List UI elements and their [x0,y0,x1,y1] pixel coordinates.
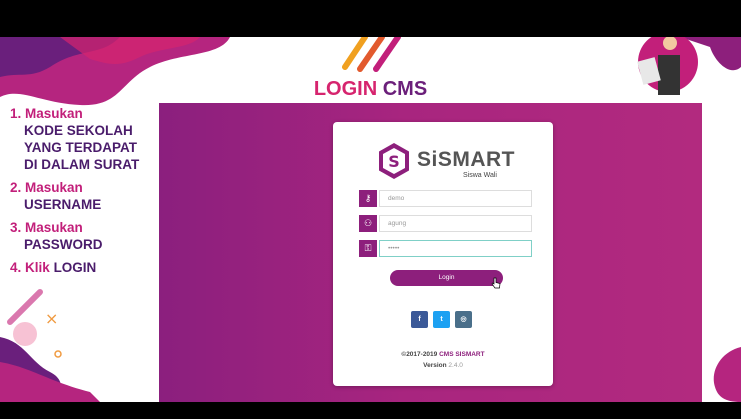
step-2: 2. Masukan USERNAME [10,179,160,213]
slide-title-rest: CMS [382,78,428,100]
twitter-icon[interactable]: t [433,311,450,328]
step-text: DI DALAM SURAT [24,157,140,172]
svg-text:S: S [388,152,400,171]
decorative-stripes-top [342,37,401,72]
logo-subtitle: Siswa Wali [463,172,497,179]
login-screen-capture: S SiSMART Siswa Wali ⚷ demo ⚇ agung ⚿ ••… [159,103,702,402]
step-number: 3. [10,220,22,235]
footer-copyright: ©2017-2019 CMS SISMART Version 2.4.0 [333,349,553,371]
step-1: 1. Masukan KODE SEKOLAH YANG TERDAPAT DI… [10,105,160,173]
slide-title-highlight: LOGIN [313,78,378,100]
step-number: 4. [10,260,22,275]
step-number: 2. [10,180,22,195]
step-text: Klik [25,260,50,275]
decorative-blob-bottom-left: × [0,289,100,402]
step-text: KODE SEKOLAH [24,123,133,138]
step-4: 4. Klik LOGIN [10,259,160,276]
username-field[interactable]: ⚇ agung [359,215,532,232]
username-input[interactable]: agung [379,215,532,232]
step-text: LOGIN [53,260,97,275]
lock-icon: ⚿ [359,240,377,257]
sismart-logo-icon: S [379,143,409,179]
step-number: 1. [10,106,22,121]
brand-link[interactable]: CMS SISMART [439,351,485,358]
step-3: 3. Masukan PASSWORD [10,219,160,253]
password-field[interactable]: ⚿ ••••• [359,240,532,257]
step-text: USERNAME [24,197,102,212]
copyright-text: ©2017-2019 [401,351,438,358]
school-code-field[interactable]: ⚷ demo [359,190,532,207]
decorative-blob-bottom-right [713,347,741,402]
instruction-steps: 1. Masukan KODE SEKOLAH YANG TERDAPAT DI… [10,105,160,282]
step-text: Masukan [25,180,83,195]
login-button[interactable]: Login [390,270,503,286]
login-card: S SiSMART Siswa Wali ⚷ demo ⚇ agung ⚿ ••… [333,122,553,386]
slide-title: LOGIN CMS [0,78,741,101]
key-icon: ⚷ [359,190,377,207]
sismart-logo: S SiSMART Siswa Wali [377,142,517,182]
svg-text:×: × [45,309,58,328]
school-code-input[interactable]: demo [379,190,532,207]
version-number: 2.4.0 [448,362,463,369]
presentation-slide: × LOGIN CMS 1. Masukan KODE SEKOLAH YANG… [0,37,741,402]
instagram-icon[interactable]: ◎ [455,311,472,328]
password-input[interactable]: ••••• [379,240,532,257]
video-letterbox-bottom [0,402,741,419]
hand-cursor-icon [491,277,501,289]
step-text: YANG TERDAPAT [24,140,138,155]
facebook-icon[interactable]: f [411,311,428,328]
step-text: Masukan [25,220,83,235]
logo-text: SiSMART [417,148,515,171]
video-letterbox-top [0,0,741,37]
version-label: Version [423,362,447,369]
user-icon: ⚇ [359,215,377,232]
step-text: Masukan [25,106,83,121]
step-text: PASSWORD [24,237,103,252]
